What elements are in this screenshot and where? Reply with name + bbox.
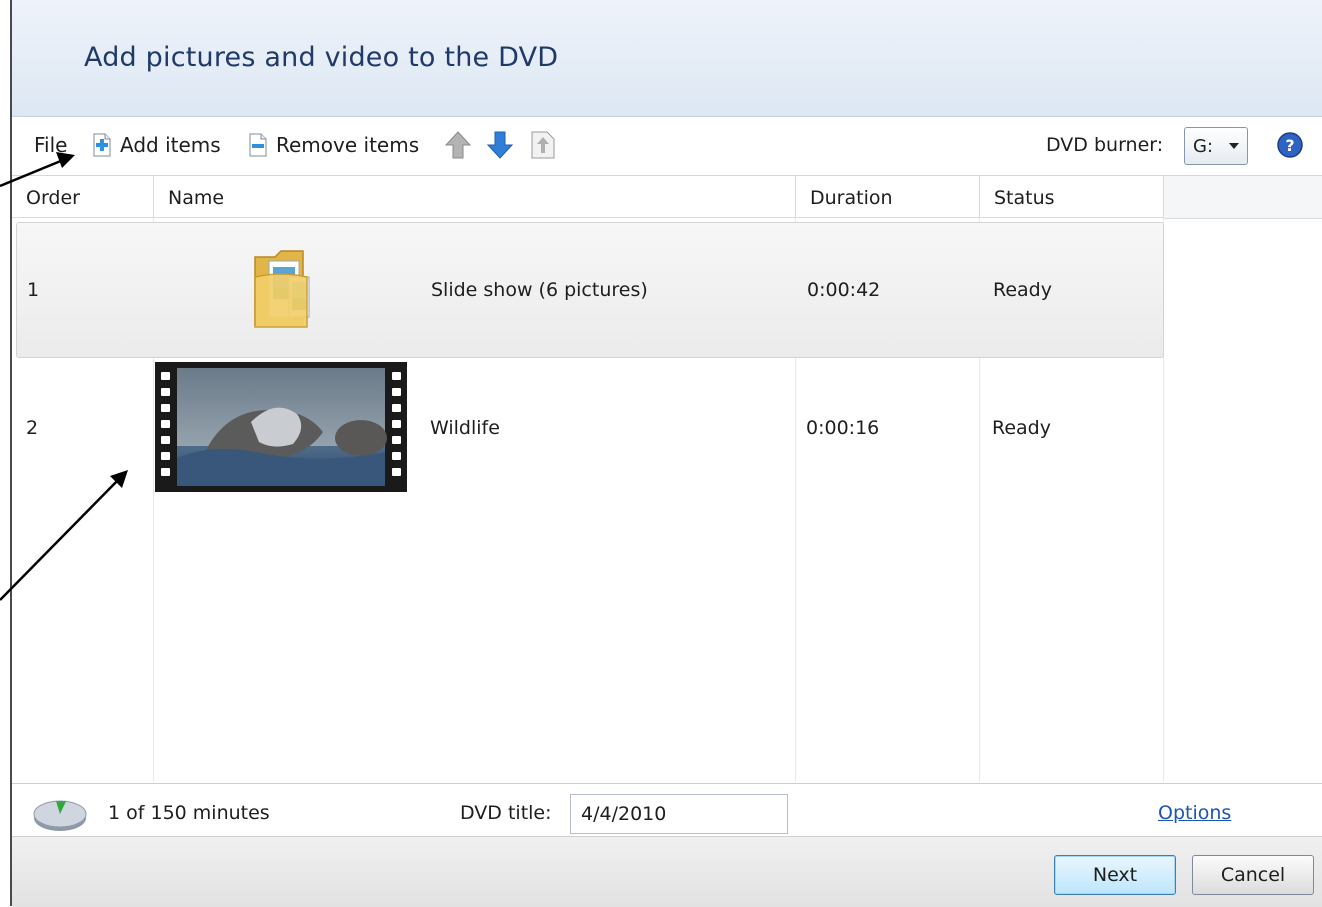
header: Add pictures and video to the DVD (12, 0, 1322, 117)
dvd-burner-label: DVD burner: (1046, 134, 1164, 156)
move-to-top-button[interactable] (530, 131, 556, 159)
items-table: Order Name Duration Status 1 Slide show … (12, 176, 1322, 782)
arrow-up-icon (444, 131, 472, 159)
row-order: 2 (26, 417, 39, 439)
dvd-burner-select[interactable]: G: (1184, 127, 1248, 165)
row-name: Slide show (6 pictures) (431, 279, 648, 301)
help-icon[interactable]: ? (1276, 131, 1304, 159)
dvd-title-input[interactable] (570, 794, 788, 834)
row-duration: 0:00:16 (806, 417, 880, 439)
remove-items-button[interactable]: Remove items (248, 131, 419, 159)
move-up-button[interactable] (444, 131, 472, 159)
window-left-border (0, 0, 12, 906)
table-row[interactable]: 1 Slide show (6 pictures) 0:00:42 Ready (16, 222, 1164, 358)
folder-icon (254, 250, 310, 328)
column-header-filler (1164, 176, 1322, 219)
dvd-title-label: DVD title: (460, 802, 552, 824)
row-order: 1 (27, 279, 40, 301)
next-button[interactable]: Next (1054, 855, 1176, 895)
row-name: Wildlife (430, 417, 500, 439)
disc-usage-icon (33, 800, 87, 831)
options-link[interactable]: Options (1158, 802, 1231, 824)
column-header-duration[interactable]: Duration (796, 176, 980, 218)
add-items-icon (92, 133, 112, 157)
remove-items-label: Remove items (276, 133, 420, 157)
move-to-top-icon (531, 131, 555, 159)
row-status: Ready (992, 417, 1051, 439)
svg-text:?: ? (1285, 136, 1294, 155)
move-down-button[interactable] (486, 131, 514, 159)
chevron-down-icon (1229, 143, 1239, 149)
table-row[interactable]: 2 Wildlife 0:00:16 Ready (16, 360, 1164, 496)
cancel-button[interactable]: Cancel (1192, 855, 1314, 895)
column-header-name[interactable]: Name (154, 176, 796, 218)
file-menu-label: File (34, 133, 68, 157)
column-header-order[interactable]: Order (12, 176, 154, 218)
toolbar: File Add items Remove items DVD burner: … (12, 117, 1322, 176)
status-bar: 1 of 150 minutes DVD title: Options (12, 783, 1322, 836)
add-items-button[interactable]: Add items (92, 131, 221, 159)
footer: Next Cancel (12, 836, 1322, 907)
arrow-down-icon (486, 131, 514, 159)
video-thumbnail (155, 362, 407, 492)
column-header-status[interactable]: Status (980, 176, 1164, 218)
row-status: Ready (993, 279, 1052, 301)
remove-items-icon (248, 133, 268, 157)
dvd-burner-value: G: (1193, 135, 1214, 157)
row-duration: 0:00:42 (807, 279, 881, 301)
file-menu[interactable]: File (34, 131, 67, 159)
disc-usage-text: 1 of 150 minutes (108, 802, 270, 824)
page-title: Add pictures and video to the DVD (84, 42, 559, 73)
add-items-label: Add items (120, 133, 221, 157)
